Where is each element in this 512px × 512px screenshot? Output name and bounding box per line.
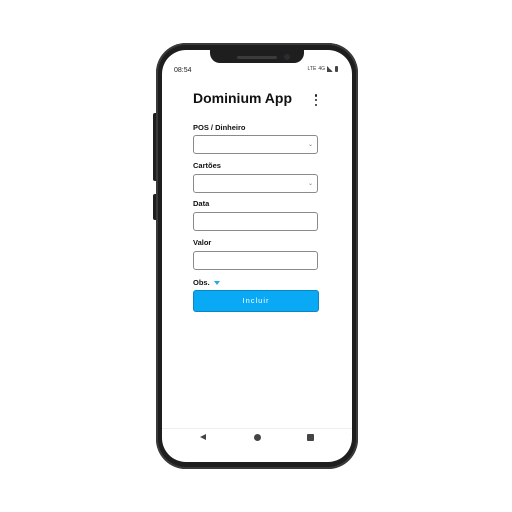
- carrier-label: LTE: [307, 66, 317, 72]
- chevron-down-icon: ⌄: [307, 181, 313, 187]
- network-label: 4G: [318, 66, 325, 72]
- date-input[interactable]: [193, 212, 318, 231]
- pos-select[interactable]: ⌄: [193, 135, 318, 154]
- phone-screen: 08:54 LTE 4G Dominium App POS / Dinheiro…: [162, 50, 352, 462]
- phone-notch: [210, 50, 304, 63]
- more-options-icon[interactable]: [313, 94, 319, 106]
- speaker-grille: [237, 56, 277, 59]
- obs-toggle[interactable]: Obs.: [193, 278, 220, 287]
- include-button[interactable]: Incluir: [193, 290, 319, 312]
- home-icon[interactable]: [254, 434, 261, 441]
- obs-label: Obs.: [193, 278, 210, 287]
- nav-bar-divider: [162, 428, 352, 429]
- cards-select[interactable]: ⌄: [193, 174, 318, 193]
- pos-label: POS / Dinheiro: [193, 123, 246, 132]
- caret-down-icon: [213, 280, 220, 285]
- back-icon[interactable]: [200, 434, 206, 440]
- battery-icon: [335, 66, 338, 72]
- status-time: 08:54: [174, 67, 192, 74]
- recent-apps-icon[interactable]: [307, 434, 314, 441]
- value-input[interactable]: [193, 251, 318, 270]
- date-label: Data: [193, 199, 210, 208]
- page-title: Dominium App: [193, 90, 293, 106]
- chevron-down-icon: ⌄: [307, 142, 313, 148]
- front-camera: [284, 54, 290, 60]
- status-icons: LTE 4G: [308, 66, 338, 72]
- value-label: Valor: [193, 238, 212, 247]
- signal-icon: [327, 66, 333, 72]
- cards-label: Cartões: [193, 161, 221, 170]
